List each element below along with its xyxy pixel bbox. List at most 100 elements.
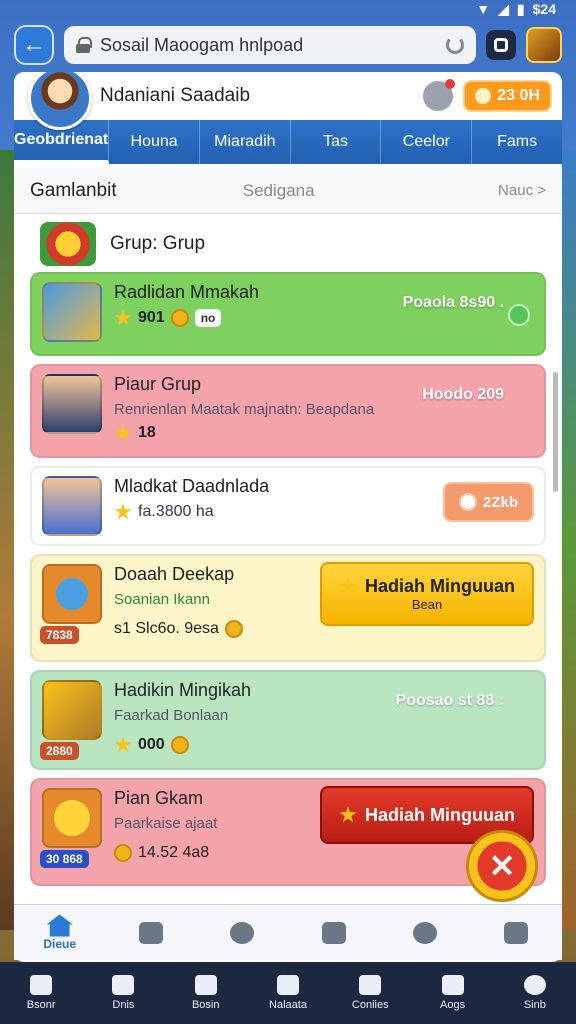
notification-icon[interactable] [423, 79, 456, 111]
status-bar: ▼ ◢ ▮ $24 [0, 0, 576, 18]
coin-balance-button[interactable]: 23 0H [463, 80, 552, 112]
weekly-reward-button[interactable]: Hadiah Minguuan Bean [320, 562, 534, 626]
list-item[interactable]: Piaur Grup Renrienlan Maatak majnatn: Be… [30, 364, 546, 458]
nav-apps[interactable]: Aogs [411, 962, 493, 1024]
person-avatar [42, 476, 102, 536]
scrollbar[interactable] [553, 372, 558, 492]
tabs-icon [494, 38, 508, 52]
star-icon [114, 503, 132, 520]
nav-store[interactable]: Bosin [165, 962, 247, 1024]
list-item[interactable]: 7838 Doaah Deekap Soanian Ikann s1 Slc6o… [30, 554, 546, 662]
section-subtitle: Sedigana [242, 180, 315, 200]
nav-label: Coniies [351, 999, 389, 1011]
item-tag: no [194, 309, 222, 327]
tabs-button[interactable] [486, 30, 516, 60]
item-value: 901 [138, 309, 165, 326]
item-value: 14.52 4a8 [138, 844, 210, 861]
inner-tab-label: Dieue [43, 936, 76, 951]
group-title: Grup: Grup [110, 233, 206, 254]
weekly-reward-sublabel: Bean [411, 597, 443, 612]
tab-1[interactable]: Houna [109, 120, 200, 164]
nav-share[interactable]: Dnis [82, 962, 164, 1024]
star-icon [114, 736, 132, 753]
reload-icon[interactable] [446, 36, 464, 54]
star-icon [339, 806, 357, 823]
gear-icon [412, 921, 437, 944]
arrow-left-icon: ← [22, 31, 46, 58]
item-value: fa.3800 ha [138, 503, 214, 520]
battery-icon: ▮ [516, 0, 525, 17]
item-value: 000 [138, 736, 165, 753]
wifi-icon: ▼ [476, 1, 491, 17]
profile-thumbnail[interactable] [526, 27, 562, 63]
star-icon: 30 868 [40, 788, 102, 868]
lock-icon [76, 37, 92, 53]
item-note: Poosao st 88 : [395, 692, 504, 709]
item-note: Poaola 8s90 . [402, 294, 504, 311]
item-value: 18 [138, 424, 156, 441]
inner-tab-bar: Dieue [14, 904, 562, 960]
list-item[interactable]: 2880 Hadikin Mingikah Faarkad Bonlaan 00… [30, 670, 546, 770]
close-button[interactable]: ✕ [466, 830, 538, 902]
section-title: Gamlanbit [30, 179, 117, 201]
signal-icon: ◢ [498, 0, 509, 17]
star-icon [114, 309, 132, 326]
menu-icon [504, 921, 529, 944]
item-badge: 7838 [40, 626, 79, 644]
url-bar[interactable]: Sosail Maoogam hnlpoad [64, 26, 476, 64]
profile-name: Ndaniani Saadaib [100, 85, 251, 106]
list-item[interactable]: Mladkat Daadnlada fa.3800 ha 2Zkb [30, 466, 546, 546]
coin-balance: 23 0H [497, 87, 540, 104]
chat-icon [138, 921, 163, 944]
weekly-reward-label: Hadiah Minguuan [365, 576, 515, 596]
chest-icon [42, 282, 102, 342]
inner-tab-menu[interactable] [471, 905, 562, 960]
inner-tab-camera[interactable] [288, 905, 379, 960]
item-badge: 30 868 [40, 850, 89, 868]
reward-button[interactable]: 2Zkb [442, 482, 534, 522]
nav-tabs: Geobdrienat Houna Miaradih Tas Ceelor Fa… [14, 120, 562, 164]
search-icon [523, 975, 546, 995]
url-text: Sosail Maoogam hnlpoad [100, 34, 304, 55]
tab-4[interactable]: Ceelor [381, 120, 473, 164]
nav-search[interactable]: Sinb [494, 962, 576, 1024]
inner-tab-chat[interactable] [105, 905, 196, 960]
inner-tab-music[interactable] [197, 905, 288, 960]
nav-label: Aogs [440, 999, 466, 1011]
nav-label: Sinb [523, 999, 546, 1011]
nav-home[interactable]: Bsonr [0, 962, 82, 1024]
contacts-icon [359, 975, 382, 995]
inner-tab-settings[interactable] [379, 905, 470, 960]
share-icon [112, 975, 135, 995]
nav-contacts[interactable]: Coniies [329, 962, 411, 1024]
tab-5[interactable]: Fams [472, 120, 562, 164]
main-panel: Ndaniani Saadaib 23 0H Geobdrienat Houna… [14, 72, 562, 962]
item-value: s1 Slc6o. 9esa [114, 620, 219, 637]
apps-icon [441, 975, 464, 995]
nav-label: Dnis [112, 999, 135, 1011]
see-more-link[interactable]: Nauc > [498, 182, 546, 199]
coin-icon [170, 309, 189, 327]
music-icon [230, 921, 255, 944]
globe-icon: 7838 [40, 564, 102, 644]
star-icon [339, 577, 357, 594]
camera-icon [321, 921, 346, 944]
nav-label: Bsonr [26, 999, 56, 1011]
item-badge: 2880 [40, 742, 79, 760]
nav-label: Nalaata [269, 999, 307, 1011]
nav-grid[interactable]: Nalaata [247, 962, 329, 1024]
item-note: Hoodo 209 [422, 386, 504, 403]
section-header: Gamlanbit Sedigana Nauc > [14, 168, 562, 214]
weekly-reward-label: Hadiah Minguuan [365, 804, 515, 825]
tab-2[interactable]: Miaradih [200, 120, 291, 164]
coin-icon [224, 620, 243, 638]
status-time: $24 [532, 1, 556, 17]
profile-row: Ndaniani Saadaib 23 0H [14, 72, 562, 130]
list-item[interactable]: Radlidan Mmakah 901 no Poaola 8s90 . [30, 272, 546, 356]
inner-tab-home[interactable]: Dieue [14, 905, 105, 960]
coin-icon [458, 493, 477, 511]
browser-top-bar: ← Sosail Maoogam hnlpoad [14, 22, 562, 68]
tab-3[interactable]: Tas [291, 120, 382, 164]
back-button[interactable]: ← [14, 25, 54, 65]
coin-icon [170, 736, 189, 754]
